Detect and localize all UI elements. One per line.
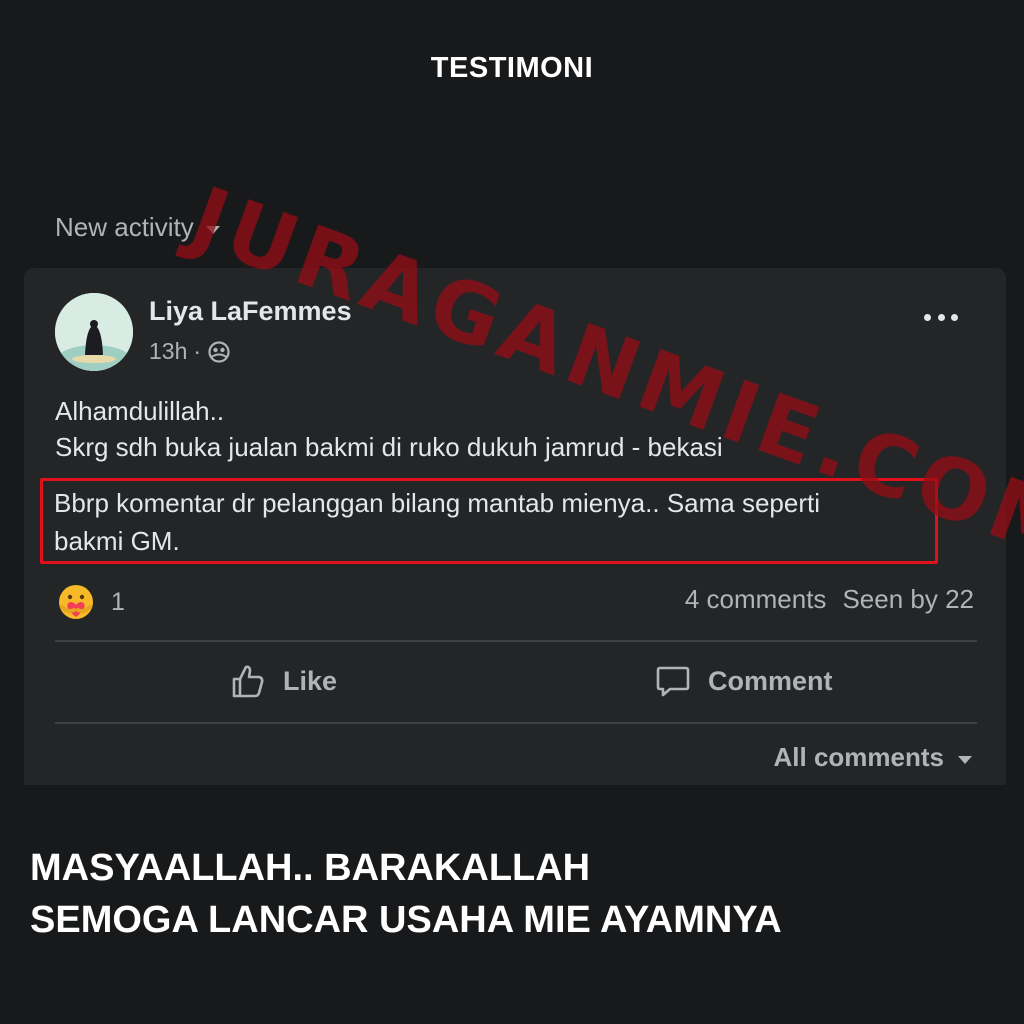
comment-label: Comment (708, 665, 833, 696)
thumbs-up-icon (232, 665, 264, 698)
seen-by-link[interactable]: Seen by 22 (842, 584, 974, 615)
post-line: Alhamdulillah.. (55, 396, 225, 426)
group-icon (208, 340, 230, 363)
comment-filter-label: All comments (773, 742, 945, 772)
like-label: Like (283, 665, 338, 696)
reaction-summary[interactable]: 1 (57, 583, 125, 621)
highlighted-line: bakmi GM. (54, 526, 180, 556)
dot (937, 313, 945, 321)
comment-filter-dropdown[interactable]: All comments (773, 742, 972, 773)
dot (951, 313, 958, 321)
comment-bubble-icon (656, 666, 690, 697)
comments-count-link[interactable]: 4 comments (685, 584, 827, 615)
feed-sort-dropdown[interactable]: New activity (55, 212, 220, 243)
feed-sort-label: New activity (55, 212, 194, 242)
post-card: Liya LaFemmes 13h · Alhamdulillah.. Skrg… (24, 268, 1006, 785)
post-body: Alhamdulillah.. Skrg sdh buka jualan bak… (55, 393, 975, 465)
highlighted-text: Bbrp komentar dr pelanggan bilang mantab… (54, 484, 934, 560)
highlighted-line: Bbrp komentar dr pelanggan bilang mantab… (54, 488, 820, 518)
page-title: TESTIMONI (430, 52, 594, 84)
author-name[interactable]: Liya LaFemmes (149, 296, 352, 327)
caret-down-icon (958, 755, 972, 764)
post-options-button[interactable] (924, 310, 958, 324)
caption-line: SEMOGA LANCAR USAHA MIE AYAMNYA (30, 899, 782, 941)
divider (55, 722, 977, 724)
post-meta: 13h · (149, 338, 231, 365)
post-time[interactable]: 13h (149, 338, 187, 365)
reaction-count: 1 (111, 587, 125, 616)
dot (924, 313, 931, 321)
comment-button[interactable]: Comment (654, 662, 833, 700)
post-line: Skrg sdh buka jualan bakmi di ruko dukuh… (55, 432, 723, 462)
meta-separator: · (193, 338, 202, 364)
divider (55, 640, 977, 642)
author-avatar[interactable] (55, 293, 133, 371)
like-button[interactable]: Like (229, 662, 337, 700)
care-reaction-icon (59, 585, 93, 619)
caption: MASYAALLAH.. BARAKALLAH SEMOGA LANCAR US… (30, 842, 782, 946)
avatar-image (55, 293, 133, 371)
caption-line: MASYAALLAH.. BARAKALLAH (30, 847, 591, 889)
post-stats: 4 comments Seen by 22 (685, 584, 974, 615)
caret-down-icon (205, 225, 220, 234)
